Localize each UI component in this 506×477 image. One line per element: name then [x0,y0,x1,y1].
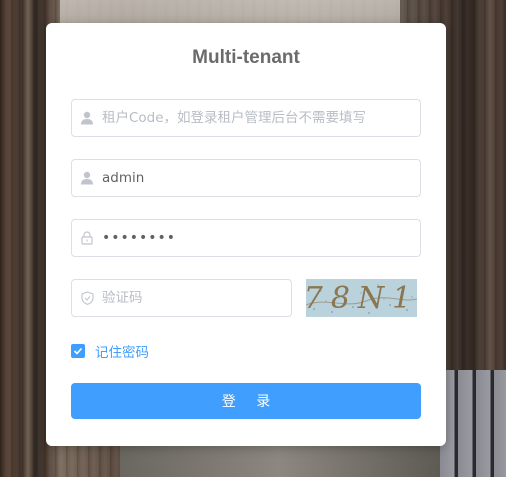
user-icon [72,100,102,136]
remember-password-label: 记住密码 [95,345,149,361]
captcha-image[interactable]: 78N1 [306,279,417,317]
captcha-text: 78N1 [306,280,417,316]
password-field [71,219,421,257]
check-icon [71,344,85,358]
page-title: Multi-tenant [192,47,300,68]
login-button[interactable]: 登 录 [71,383,421,419]
lock-icon [72,220,102,256]
tenant-code-input[interactable] [102,100,420,136]
username-input[interactable] [102,160,420,196]
captcha-field [71,279,292,317]
remember-password-checkbox[interactable]: 记住密码 [71,341,149,361]
login-card: Multi-tenant 租户Code，如登录租户管理后台不需要填写 admin… [46,23,446,446]
username-field [71,159,421,197]
tenant-code-field [71,99,421,137]
background-bench [440,370,506,477]
user-icon [72,160,102,196]
password-input[interactable] [102,220,420,256]
shield-icon [72,280,102,316]
captcha-input[interactable] [102,280,291,316]
